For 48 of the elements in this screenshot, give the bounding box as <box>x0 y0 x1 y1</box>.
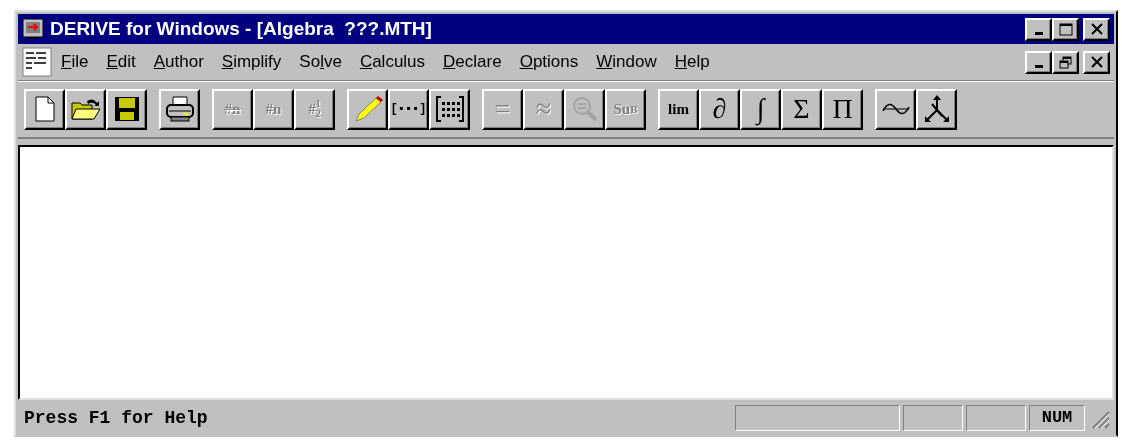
close-button[interactable] <box>1083 50 1110 74</box>
toolbar-button[interactable]: Π <box>822 88 863 130</box>
minimize-button[interactable] <box>1025 50 1052 74</box>
document-icon[interactable] <box>22 47 52 77</box>
maximize-icon <box>1058 22 1073 36</box>
toolbar-button[interactable] <box>65 88 106 130</box>
menu-item[interactable]: Declare <box>434 50 511 74</box>
menu-item[interactable]: Author <box>144 50 213 74</box>
toolbar-button[interactable] <box>106 88 147 130</box>
close-icon <box>1090 23 1103 35</box>
status-panel: NUM <box>1029 404 1085 431</box>
folder-icon <box>70 97 101 121</box>
blank-page-icon <box>33 96 56 122</box>
toolbar-button[interactable] <box>347 88 388 130</box>
toolbar-button[interactable] <box>916 88 957 130</box>
close-button[interactable] <box>1083 17 1110 41</box>
window-title: DERIVE for Windows - [Algebra ???.MTH] <box>50 18 433 40</box>
minimize-icon <box>1034 31 1043 35</box>
toolbar-button[interactable] <box>429 88 470 130</box>
toolbar-button[interactable]: [▪▪▪] <box>388 88 429 130</box>
menu-item[interactable]: File <box>52 50 98 74</box>
minimize-button[interactable] <box>1025 17 1052 41</box>
magnifier-icon <box>570 95 599 123</box>
toolbar-button[interactable]: lim <box>658 88 699 130</box>
close-icon <box>1090 56 1103 68</box>
toolbar-button[interactable] <box>159 88 200 130</box>
restore-icon <box>1059 55 1072 69</box>
minimize-icon <box>1034 64 1043 68</box>
menu-item[interactable]: Edit <box>97 50 145 74</box>
toolbar-button[interactable] <box>24 88 65 130</box>
toolbar-button[interactable]: ∂ <box>699 88 740 130</box>
matrix-icon <box>434 95 465 123</box>
menu-item[interactable]: Help <box>665 50 719 74</box>
maximize-button[interactable] <box>1052 17 1079 41</box>
status-panel <box>966 404 1026 431</box>
menu-item[interactable]: Calculus <box>350 50 435 74</box>
status-message: Press F1 for Help <box>24 407 209 428</box>
toolbar-button[interactable] <box>875 88 916 130</box>
menu-item[interactable]: Solve <box>290 50 351 74</box>
toolbar-button[interactable]: ∫ <box>740 88 781 130</box>
menu-item[interactable]: Window <box>587 50 666 74</box>
printer-icon <box>164 96 195 122</box>
status-panel <box>903 404 963 431</box>
app-icon[interactable] <box>22 18 44 40</box>
toolbar-button[interactable]: Σ <box>781 88 822 130</box>
menu-item[interactable]: Simplify <box>212 50 291 74</box>
restore-button[interactable] <box>1052 50 1079 74</box>
menu-item[interactable]: Options <box>510 50 588 74</box>
